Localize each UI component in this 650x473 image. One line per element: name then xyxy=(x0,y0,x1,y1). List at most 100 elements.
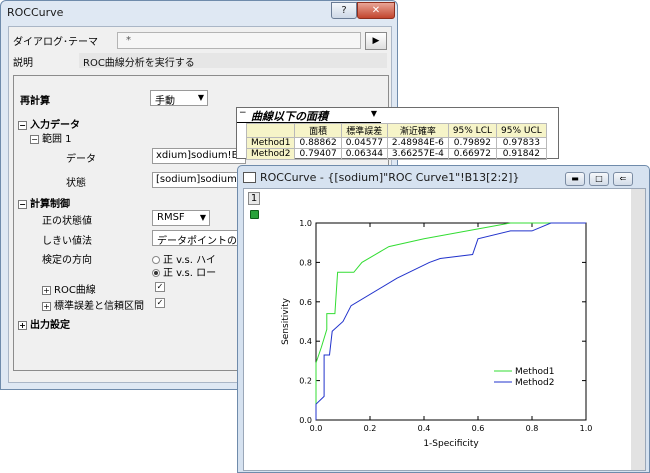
y-tick-label: 0.0 xyxy=(299,416,312,425)
table-title-bar[interactable]: − 曲線以下の面積 ▼ xyxy=(237,108,381,123)
help-button[interactable]: ? xyxy=(331,2,357,19)
collapse-icon[interactable]: − xyxy=(18,120,27,130)
table-cell: 0.79892 xyxy=(447,137,498,149)
theme-label: ダイアログ･テーマ xyxy=(13,37,98,48)
y-tick-label: 0.4 xyxy=(299,337,312,346)
x-tick-label: 0.8 xyxy=(526,424,539,433)
series-line-method1 xyxy=(315,222,586,420)
calc-control-node[interactable]: − 計算制御 xyxy=(18,195,70,210)
recalc-combo[interactable]: 手動 ▼ xyxy=(150,90,208,106)
output-settings-label: 出力設定 xyxy=(30,320,70,331)
close-button[interactable]: ✕ xyxy=(357,2,395,19)
range-label: 範囲 1 xyxy=(42,134,72,145)
table-cell: 0.88862 xyxy=(294,137,342,149)
y-tick-label: 0.8 xyxy=(299,258,312,267)
x-axis-label: 1-Specificity xyxy=(423,439,479,449)
area-under-curve-table: − 曲線以下の面積 ▼ 面積 標準誤差 漸近確率 95% LCL 95% UCL… xyxy=(236,107,559,160)
col-header: 95% LCL xyxy=(447,123,498,138)
graph-page: 1 0.0 0.2 0.4 0.6 0.8 1.0 0.0 0.2 0.4 0.6 0.8 1.0 1-… xyxy=(243,188,646,471)
y-tick-label: 0.6 xyxy=(299,298,312,307)
table-row: Method1 0.88862 0.04577 2.48984E-6 0.798… xyxy=(245,137,547,149)
series-line-method2 xyxy=(315,222,586,420)
range-node[interactable]: − 範囲 1 xyxy=(30,130,72,145)
x-tick-label: 1.0 xyxy=(580,424,593,433)
area-values-table: 面積 標準誤差 漸近確率 95% LCL 95% UCL Method1 0.8… xyxy=(245,123,547,160)
collapse-icon[interactable]: − xyxy=(18,199,27,209)
collapse-icon[interactable]: − xyxy=(239,108,247,118)
legend-label: Method2 xyxy=(515,378,554,388)
chevron-down-icon: ▼ xyxy=(199,213,206,222)
y-axis-label: Sensitivity xyxy=(281,297,291,345)
legend-label: Method1 xyxy=(515,367,554,377)
expand-icon[interactable]: + xyxy=(42,301,51,311)
threshold-value: データポイントの補間 xyxy=(157,236,245,246)
restore-button[interactable]: ⇐ xyxy=(613,172,633,186)
x-tick-label: 0.4 xyxy=(418,424,431,433)
col-header: 漸近確率 xyxy=(386,123,449,138)
recalc-label: 再計算 xyxy=(20,96,50,107)
expand-icon[interactable]: + xyxy=(42,285,51,295)
input-data-node[interactable]: − 入力データ xyxy=(18,116,80,131)
roc-curve-node[interactable]: + ROC曲線 xyxy=(42,281,96,296)
table-cell: 0.79407 xyxy=(294,148,342,160)
row-header: Method1 xyxy=(245,137,296,149)
chevron-down-icon[interactable]: ▼ xyxy=(371,109,377,118)
graph-window-icon xyxy=(243,172,256,183)
graph-window: ROCCurve - {[sodium]"ROC Curve1"!B13[2:2… xyxy=(237,165,650,473)
description-text: ROC曲線分析を実行する xyxy=(79,53,387,69)
col-header xyxy=(245,123,296,138)
roc-curve-label: ROC曲線 xyxy=(54,285,96,296)
theme-arrow-button[interactable]: ▶ xyxy=(365,32,387,50)
graph-window-title: ROCCurve - {[sodium]"ROC Curve1"!B13[2:2… xyxy=(260,171,520,184)
table-cell: 0.04577 xyxy=(340,137,388,149)
table-cell: 2.48984E-6 xyxy=(386,137,449,149)
col-header: 95% UCL xyxy=(496,123,547,138)
table-cell: 0.97833 xyxy=(496,137,547,149)
y-tick-label: 0.2 xyxy=(299,377,312,386)
radio-low-label: 正 v.s. ロー xyxy=(163,268,217,279)
positive-state-label: 正の状態値 xyxy=(42,216,92,227)
recalc-value: 手動 xyxy=(155,96,175,106)
threshold-label: しきい値法 xyxy=(42,236,92,247)
theme-input[interactable]: * xyxy=(117,32,361,49)
table-title: 曲線以下の面積 xyxy=(251,110,328,123)
row-header: Method2 xyxy=(245,148,296,160)
radio-low-circle[interactable] xyxy=(152,269,160,277)
dialog-title: ROCCurve xyxy=(7,6,64,19)
description-label: 説明 xyxy=(13,58,33,69)
data-input[interactable]: xdium]sodium!B"Me xyxy=(152,148,246,164)
x-tick-label: 0.2 xyxy=(364,424,377,433)
se-ci-checkbox[interactable]: ✓ xyxy=(155,298,165,308)
table-cell: 0.91842 xyxy=(496,148,547,160)
expand-icon[interactable]: + xyxy=(18,320,27,330)
test-direction-label: 検定の方向 xyxy=(42,255,92,266)
table-cell: 0.06344 xyxy=(340,148,388,160)
table-cell: 0.66972 xyxy=(447,148,498,160)
y-tick-label: 1.0 xyxy=(299,219,312,228)
roc-curve-checkbox[interactable]: ✓ xyxy=(155,282,165,292)
positive-state-combo[interactable]: RMSF ▼ xyxy=(152,210,210,226)
plot-frame xyxy=(315,222,587,421)
positive-state-value: RMSF xyxy=(157,212,185,223)
maximize-button[interactable]: □ xyxy=(589,172,609,186)
output-settings-node[interactable]: + 出力設定 xyxy=(18,316,70,331)
state-label: 状態 xyxy=(66,178,86,189)
data-label: データ xyxy=(66,154,96,165)
radio-low[interactable]: 正 v.s. ロー xyxy=(152,264,216,279)
chevron-down-icon: ▼ xyxy=(197,93,204,102)
x-tick-label: 0.0 xyxy=(310,424,323,433)
minimize-button[interactable]: ▬ xyxy=(565,172,585,186)
col-header: 標準誤差 xyxy=(340,123,388,138)
state-input[interactable]: [sodium]sodium!A"Ty xyxy=(152,172,246,188)
se-ci-node[interactable]: + 標準誤差と信頼区間 xyxy=(42,297,144,312)
collapse-icon[interactable]: − xyxy=(30,134,39,144)
threshold-combo[interactable]: データポイントの補間 xyxy=(152,230,246,246)
x-tick-label: 0.6 xyxy=(472,424,485,433)
calc-control-label: 計算制御 xyxy=(30,199,70,210)
radio-high-circle[interactable] xyxy=(152,256,160,264)
table-cell: 3.66257E-4 xyxy=(386,148,449,160)
table-row: Method2 0.79407 0.06344 3.66257E-4 0.669… xyxy=(245,148,547,160)
col-header: 面積 xyxy=(294,123,342,138)
se-ci-label: 標準誤差と信頼区間 xyxy=(54,301,144,312)
roc-chart: 0.0 0.2 0.4 0.6 0.8 1.0 0.0 0.2 0.4 0.6 0.8 1.0 1-Sp… xyxy=(281,219,593,449)
